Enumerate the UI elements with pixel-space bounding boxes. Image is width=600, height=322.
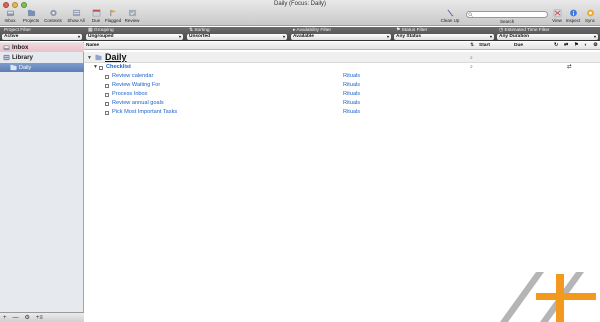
context-swap-icon[interactable]: ⇄: [567, 64, 572, 70]
sidebar-bottom-bar: + — ⚙ +≡: [0, 312, 84, 322]
row-actions-icon[interactable]: ⌕: [470, 64, 473, 70]
action-context[interactable]: Rituals: [343, 109, 360, 115]
broom-icon: [446, 9, 454, 17]
project-filter-select[interactable]: Active ▾: [2, 34, 82, 40]
sidebar-item-library[interactable]: Library: [0, 53, 84, 62]
context-swap-icon: ⇄: [564, 43, 569, 48]
folder-icon: [10, 64, 17, 71]
chevron-down-icon: ▾: [489, 34, 492, 39]
availability-filter: ▸ Availability Filter Available ▾: [291, 28, 391, 40]
inbox-tray-icon: [3, 45, 10, 51]
chevron-down-icon: ▾: [386, 34, 389, 39]
info-icon: [569, 9, 577, 17]
action-title[interactable]: Process Inbox: [112, 91, 147, 97]
chevron-down-icon: ▾: [593, 34, 596, 39]
search-label: Search: [500, 19, 515, 24]
show-all-icon: [72, 9, 80, 17]
inbox-toolbar-button[interactable]: Inbox: [0, 9, 20, 25]
calendar-icon: [92, 9, 100, 17]
outline-column-header: Name ⇅ Start Due ↻ ⇄ ⚑ ◐ ⚙: [84, 42, 600, 50]
review-toolbar-button[interactable]: Review: [122, 9, 142, 25]
view-options-icon: [553, 9, 561, 17]
grouping-filter-select[interactable]: Ungrouped ▾: [86, 34, 183, 40]
flag-icon: ⚑: [574, 43, 579, 48]
flagged-toolbar-button[interactable]: Flagged: [103, 9, 123, 25]
add-item-button[interactable]: +: [3, 315, 7, 321]
sync-icon: [586, 9, 594, 17]
action-row[interactable]: Review calendar Rituals: [84, 72, 600, 81]
action-context[interactable]: Rituals: [343, 100, 360, 106]
availability-filter-select[interactable]: Available ▾: [291, 34, 391, 40]
task-checkbox[interactable]: [105, 75, 109, 79]
task-checkbox[interactable]: [105, 111, 109, 115]
search-input[interactable]: [466, 11, 548, 18]
action-context[interactable]: Rituals: [343, 91, 360, 97]
flag-icon: [109, 9, 116, 17]
chevron-down-icon: ▾: [178, 34, 181, 39]
folder-title: Daily: [105, 52, 127, 62]
action-title[interactable]: Review calendar: [112, 73, 153, 79]
title-bar: Daily (Focus: Daily) Inbox Projects Cont…: [0, 0, 600, 26]
show-all-toolbar-button[interactable]: Show All: [66, 9, 86, 25]
inbox-tray-icon: [6, 10, 14, 17]
disclosure-triangle-icon[interactable]: ▼: [93, 64, 98, 70]
sorting-filter-select[interactable]: Unsorted ▾: [187, 34, 287, 40]
column-header-due[interactable]: Due: [514, 43, 523, 48]
folder-row-daily[interactable]: ▼ Daily ⌕: [84, 52, 600, 63]
contexts-toolbar-button[interactable]: Contexts: [43, 9, 63, 25]
contexts-icon: [49, 9, 57, 17]
filter-bar: Project Filter Active ▾ ▦ Grouping Ungro…: [0, 27, 600, 41]
column-header-start-icon: ⇅: [470, 43, 475, 48]
projects-toolbar-button[interactable]: Projects: [21, 9, 41, 25]
action-row[interactable]: Pick Most Important Tasks Rituals: [84, 108, 600, 117]
action-title[interactable]: Pick Most Important Tasks: [112, 109, 177, 115]
add-group-button[interactable]: +≡: [36, 315, 43, 321]
review-icon: [128, 9, 136, 17]
action-row[interactable]: Process Inbox Rituals: [84, 90, 600, 99]
action-row[interactable]: Review annual goals Rituals: [84, 99, 600, 108]
task-checkbox[interactable]: [105, 93, 109, 97]
library-icon: [3, 54, 10, 61]
gear-icon[interactable]: ⚙: [25, 314, 30, 321]
sidebar-item-inbox[interactable]: Inbox: [0, 43, 84, 52]
status-filter-select[interactable]: Any Status ▾: [394, 34, 494, 40]
brand-logo: [500, 272, 596, 322]
search-icon: [468, 12, 473, 17]
action-context[interactable]: Rituals: [343, 73, 360, 79]
column-header-start[interactable]: Start: [479, 43, 490, 48]
task-checkbox[interactable]: [99, 66, 103, 70]
disclosure-triangle-icon[interactable]: ▼: [87, 55, 92, 61]
status-column-icon: ◐: [584, 43, 588, 48]
action-row[interactable]: Review Waiting For Rituals: [84, 81, 600, 90]
clean-up-toolbar-button[interactable]: Clean Up: [440, 9, 460, 25]
action-context[interactable]: Rituals: [343, 82, 360, 88]
heading-title[interactable]: Checklist: [106, 64, 131, 70]
row-actions-icon[interactable]: ⌕: [470, 55, 473, 61]
heading-row-checklist[interactable]: ▼ Checklist ⌕ ⇄: [84, 63, 600, 72]
action-title[interactable]: Review Waiting For: [112, 82, 160, 88]
column-header-name[interactable]: Name: [86, 43, 99, 48]
sidebar: Inbox Library Daily: [0, 42, 84, 312]
gear-icon: ⚙: [593, 43, 598, 48]
chevron-down-icon: ▾: [282, 34, 285, 39]
window-title: Daily (Focus: Daily): [273, 1, 326, 7]
sync-toolbar-button[interactable]: Sync: [580, 9, 600, 25]
project-filter: Project Filter Active ▾: [2, 28, 82, 40]
task-checkbox[interactable]: [105, 84, 109, 88]
sidebar-item-daily[interactable]: Daily: [0, 63, 84, 72]
estimated-time-filter: ◷ Estimated Time Filter Any Duration ▾: [497, 28, 598, 40]
grouping-filter: ▦ Grouping Ungrouped ▾: [86, 28, 183, 40]
estimated-time-filter-select[interactable]: Any Duration ▾: [497, 34, 598, 40]
repeat-icon: ↻: [554, 43, 559, 48]
sorting-filter: ⇅ Sorting Unsorted ▾: [187, 28, 287, 40]
remove-item-button[interactable]: —: [13, 315, 19, 321]
status-filter: ⚑ Status Filter Any Status ▾: [394, 28, 494, 40]
folder-icon: [95, 54, 102, 61]
task-checkbox[interactable]: [105, 102, 109, 106]
chevron-down-icon: ▾: [77, 34, 80, 39]
action-title[interactable]: Review annual goals: [112, 100, 164, 106]
folder-icon: [27, 9, 35, 17]
